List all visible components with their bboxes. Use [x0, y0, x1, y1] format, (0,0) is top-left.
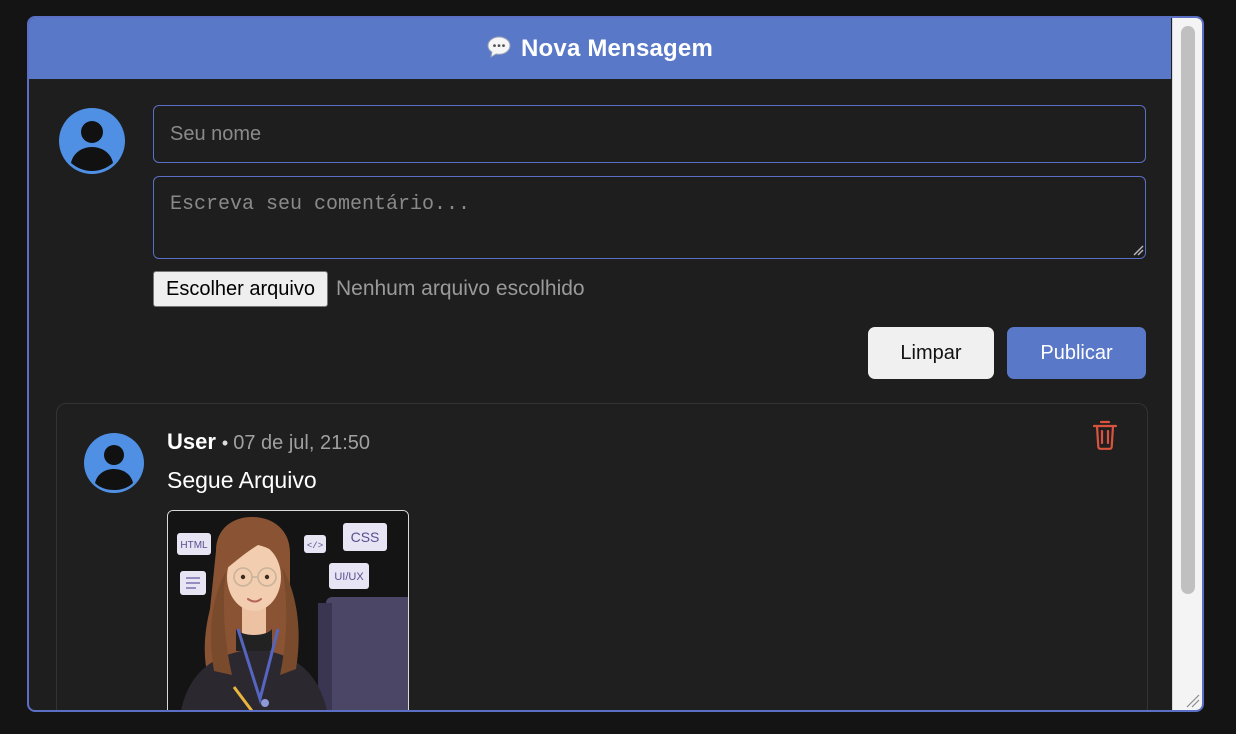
comment-timestamp: 07 de jul, 21:50 — [233, 432, 371, 454]
trash-icon — [1092, 420, 1118, 450]
comment-window: Nova Mensagem Escolher arquivo Nenhum ar… — [27, 16, 1204, 712]
comment-avatar — [84, 433, 144, 493]
comment-text: Segue Arquivo — [167, 467, 317, 493]
user-icon — [71, 121, 113, 171]
comment-meta: User • 07 de jul, 21:50 — [167, 429, 370, 455]
clear-button[interactable]: Limpar — [868, 327, 994, 379]
file-picker: Escolher arquivo Nenhum arquivo escolhid… — [153, 270, 585, 308]
scrollbar-thumb[interactable] — [1181, 26, 1195, 594]
attachment-image[interactable]: HTML </> CSS UI/UX — [167, 510, 409, 710]
window-header: Nova Mensagem — [29, 18, 1171, 79]
name-input[interactable] — [153, 105, 1146, 163]
meta-separator: • — [221, 433, 229, 453]
choose-file-button[interactable]: Escolher arquivo — [153, 271, 328, 307]
comment-author: User — [167, 429, 216, 454]
composer-avatar — [59, 108, 125, 174]
window-title: Nova Mensagem — [521, 34, 713, 62]
uiux-tag-label: UI/UX — [334, 571, 364, 583]
speech-bubble-icon — [487, 35, 511, 58]
html-tag-label: HTML — [180, 540, 208, 551]
delete-button[interactable] — [1092, 420, 1118, 450]
publish-button[interactable]: Publicar — [1007, 327, 1146, 379]
developer-illustration: HTML </> CSS UI/UX — [168, 511, 408, 710]
code-tag-label: </> — [307, 541, 323, 551]
resize-grip-icon[interactable] — [1132, 244, 1144, 256]
file-status: Nenhum arquivo escolhido — [335, 277, 585, 300]
comment-card: User • 07 de jul, 21:50 Segue Arquivo HT… — [56, 403, 1148, 710]
css-tag-label: CSS — [351, 529, 380, 545]
user-icon — [95, 445, 133, 490]
window-resize-icon[interactable] — [1184, 692, 1200, 708]
comment-textarea[interactable] — [153, 176, 1146, 259]
scrollbar[interactable] — [1172, 18, 1202, 710]
